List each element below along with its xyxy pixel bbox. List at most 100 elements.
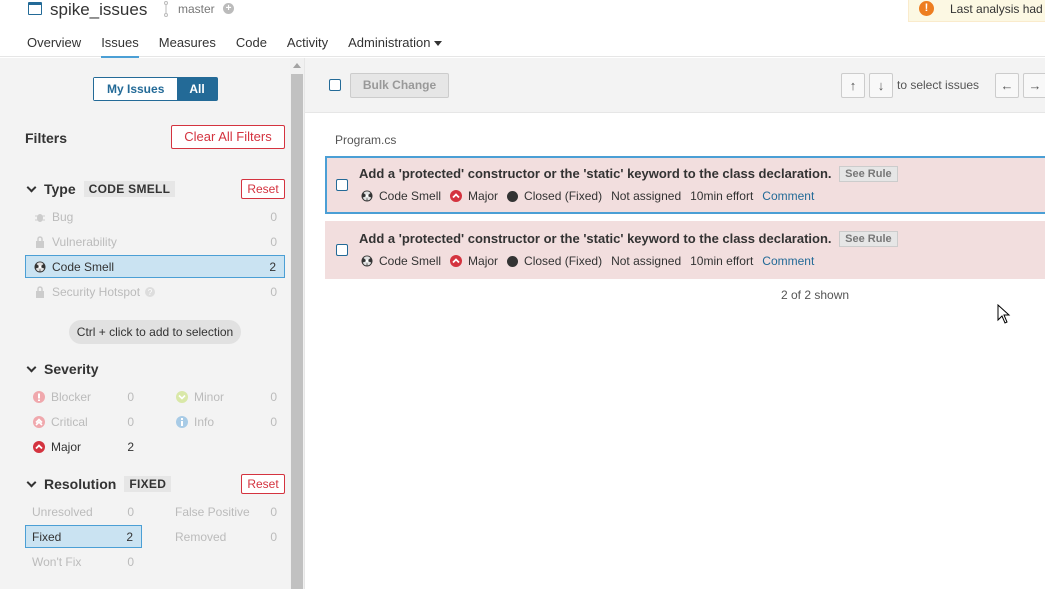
issue-status[interactable]: Closed (Fixed) xyxy=(507,189,602,203)
closed-status-icon xyxy=(507,190,519,202)
facet-item-label: Unresolved xyxy=(32,504,93,519)
issue-message[interactable]: Add a 'protected' constructor or the 'st… xyxy=(359,166,832,181)
comment-link[interactable]: Comment xyxy=(762,189,814,203)
severity-facet-header[interactable]: Severity xyxy=(26,361,98,377)
comment-link[interactable]: Comment xyxy=(762,254,814,268)
resolution-facet-header[interactable]: Resolution FIXED xyxy=(26,476,172,492)
facet-item-label: Info xyxy=(194,414,215,429)
issue-card[interactable]: Add a 'protected' constructor or the 'st… xyxy=(325,221,1045,279)
facet-item-label: Major xyxy=(51,439,82,454)
issue-meta: Code Smell Major Closed (Fixed) Not assi… xyxy=(361,189,823,203)
facet-item-security-hotspot[interactable]: Security Hotspot ? 0 xyxy=(25,280,285,303)
blocker-icon xyxy=(33,390,45,403)
filters-title: Filters xyxy=(25,130,68,146)
type-facet-header[interactable]: Type CODE SMELL xyxy=(26,181,176,197)
bulk-change-button[interactable]: Bulk Change xyxy=(350,73,449,98)
closed-status-icon xyxy=(507,255,519,267)
code-smell-icon xyxy=(34,261,46,272)
facet-item-label: Blocker xyxy=(51,389,92,404)
minor-icon xyxy=(176,390,188,403)
my-issues-button[interactable]: My Issues xyxy=(94,78,178,100)
facet-item-code-smell[interactable]: Code Smell 2 xyxy=(25,255,285,278)
facet-item-vulnerability[interactable]: Vulnerability 0 xyxy=(25,230,285,253)
issue-status[interactable]: Closed (Fixed) xyxy=(507,254,602,268)
issue-checkbox[interactable] xyxy=(336,179,348,191)
nav-code[interactable]: Code xyxy=(236,35,267,57)
see-rule-button[interactable]: See Rule xyxy=(839,231,898,247)
facet-item-label: Fixed xyxy=(32,529,62,544)
major-icon xyxy=(450,255,463,267)
nav-measures[interactable]: Measures xyxy=(159,35,216,57)
facet-item-critical[interactable]: Critical 0 xyxy=(25,410,142,433)
help-icon[interactable]: ? xyxy=(145,286,156,297)
issue-message-row: Add a 'protected' constructor or the 'st… xyxy=(359,166,898,182)
facet-item-count: 0 xyxy=(270,234,277,249)
facet-item-fixed[interactable]: Fixed 2 xyxy=(25,525,142,548)
type-reset-button[interactable]: Reset xyxy=(241,179,285,199)
chevron-down-icon xyxy=(26,362,37,372)
major-icon xyxy=(450,190,463,202)
nav-overview[interactable]: Overview xyxy=(27,35,81,57)
issue-status-label: Closed (Fixed) xyxy=(524,254,603,268)
issue-type[interactable]: Code Smell xyxy=(361,189,441,203)
code-smell-icon xyxy=(361,190,373,202)
up-arrow-key: ↑ xyxy=(841,73,865,98)
issue-severity-label: Major xyxy=(468,254,499,268)
facet-item-info[interactable]: Info 0 xyxy=(168,410,285,433)
nav-issues[interactable]: Issues xyxy=(101,35,139,59)
all-issues-button[interactable]: All xyxy=(177,78,217,100)
see-rule-button[interactable]: See Rule xyxy=(839,166,898,182)
issue-severity[interactable]: Major xyxy=(450,254,498,268)
nav-administration-label: Administration xyxy=(348,35,431,50)
facet-item-removed[interactable]: Removed 0 xyxy=(168,525,285,548)
select-all-checkbox[interactable] xyxy=(329,79,341,91)
clear-all-filters-button[interactable]: Clear All Filters xyxy=(171,125,285,149)
issue-card[interactable]: Add a 'protected' constructor or the 'st… xyxy=(325,156,1045,214)
branch-name[interactable]: master xyxy=(178,2,215,16)
issue-effort: 10min effort xyxy=(690,254,754,268)
top-header: spike_issues master + ! Last analysis ha… xyxy=(0,0,1045,59)
issues-scope-toggle: My Issues All xyxy=(93,77,218,101)
facet-item-label: False Positive xyxy=(175,504,250,519)
analysis-alert: ! Last analysis had xyxy=(908,0,1045,22)
facet-item-label: Removed xyxy=(175,529,227,544)
facet-item-count: 0 xyxy=(127,554,134,569)
facet-item-major[interactable]: Major 2 xyxy=(25,435,142,458)
chevron-down-icon xyxy=(26,182,37,192)
issue-assignee[interactable]: Not assigned xyxy=(611,189,681,203)
warning-icon: ! xyxy=(919,1,934,16)
issue-meta: Code Smell Major Closed (Fixed) Not assi… xyxy=(361,254,823,268)
facet-item-false-positive[interactable]: False Positive 0 xyxy=(168,500,285,523)
branch-plus-icon[interactable]: + xyxy=(223,3,234,14)
issue-type-label: Code Smell xyxy=(379,189,442,203)
facet-item-blocker[interactable]: Blocker 0 xyxy=(25,385,142,408)
facet-item-bug[interactable]: Bug 0 xyxy=(25,205,285,228)
facet-item-count: 0 xyxy=(127,389,134,404)
facet-item-label: Won't Fix xyxy=(32,554,82,569)
facet-item-wont-fix[interactable]: Won't Fix 0 xyxy=(25,550,142,573)
nav-activity[interactable]: Activity xyxy=(287,35,328,57)
facet-item-unresolved[interactable]: Unresolved 0 xyxy=(25,500,142,523)
scroll-up-arrow-icon[interactable] xyxy=(293,63,301,68)
sidebar-scrollbar-thumb[interactable] xyxy=(291,74,303,589)
right-arrow-key: → xyxy=(1023,73,1045,98)
filters-sidebar: My Issues All Filters Clear All Filters … xyxy=(0,58,305,589)
resolution-reset-button[interactable]: Reset xyxy=(241,474,285,494)
info-icon xyxy=(176,415,188,428)
facet-item-label: Minor xyxy=(194,389,225,404)
issue-assignee[interactable]: Not assigned xyxy=(611,254,681,268)
issue-checkbox[interactable] xyxy=(336,244,348,256)
issue-message[interactable]: Add a 'protected' constructor or the 'st… xyxy=(359,231,832,246)
issue-severity[interactable]: Major xyxy=(450,189,498,203)
issue-message-row: Add a 'protected' constructor or the 'st… xyxy=(359,231,898,247)
issue-type[interactable]: Code Smell xyxy=(361,254,441,268)
facet-item-count: 0 xyxy=(270,209,277,224)
project-name[interactable]: spike_issues xyxy=(50,0,147,20)
nav-administration[interactable]: Administration xyxy=(348,35,443,57)
code-smell-icon xyxy=(361,255,373,267)
type-facet-title: Type xyxy=(44,181,76,197)
facet-item-minor[interactable]: Minor 0 xyxy=(168,385,285,408)
down-arrow-key: ↓ xyxy=(869,73,893,98)
critical-icon xyxy=(33,415,45,428)
facet-item-count: 0 xyxy=(127,504,134,519)
